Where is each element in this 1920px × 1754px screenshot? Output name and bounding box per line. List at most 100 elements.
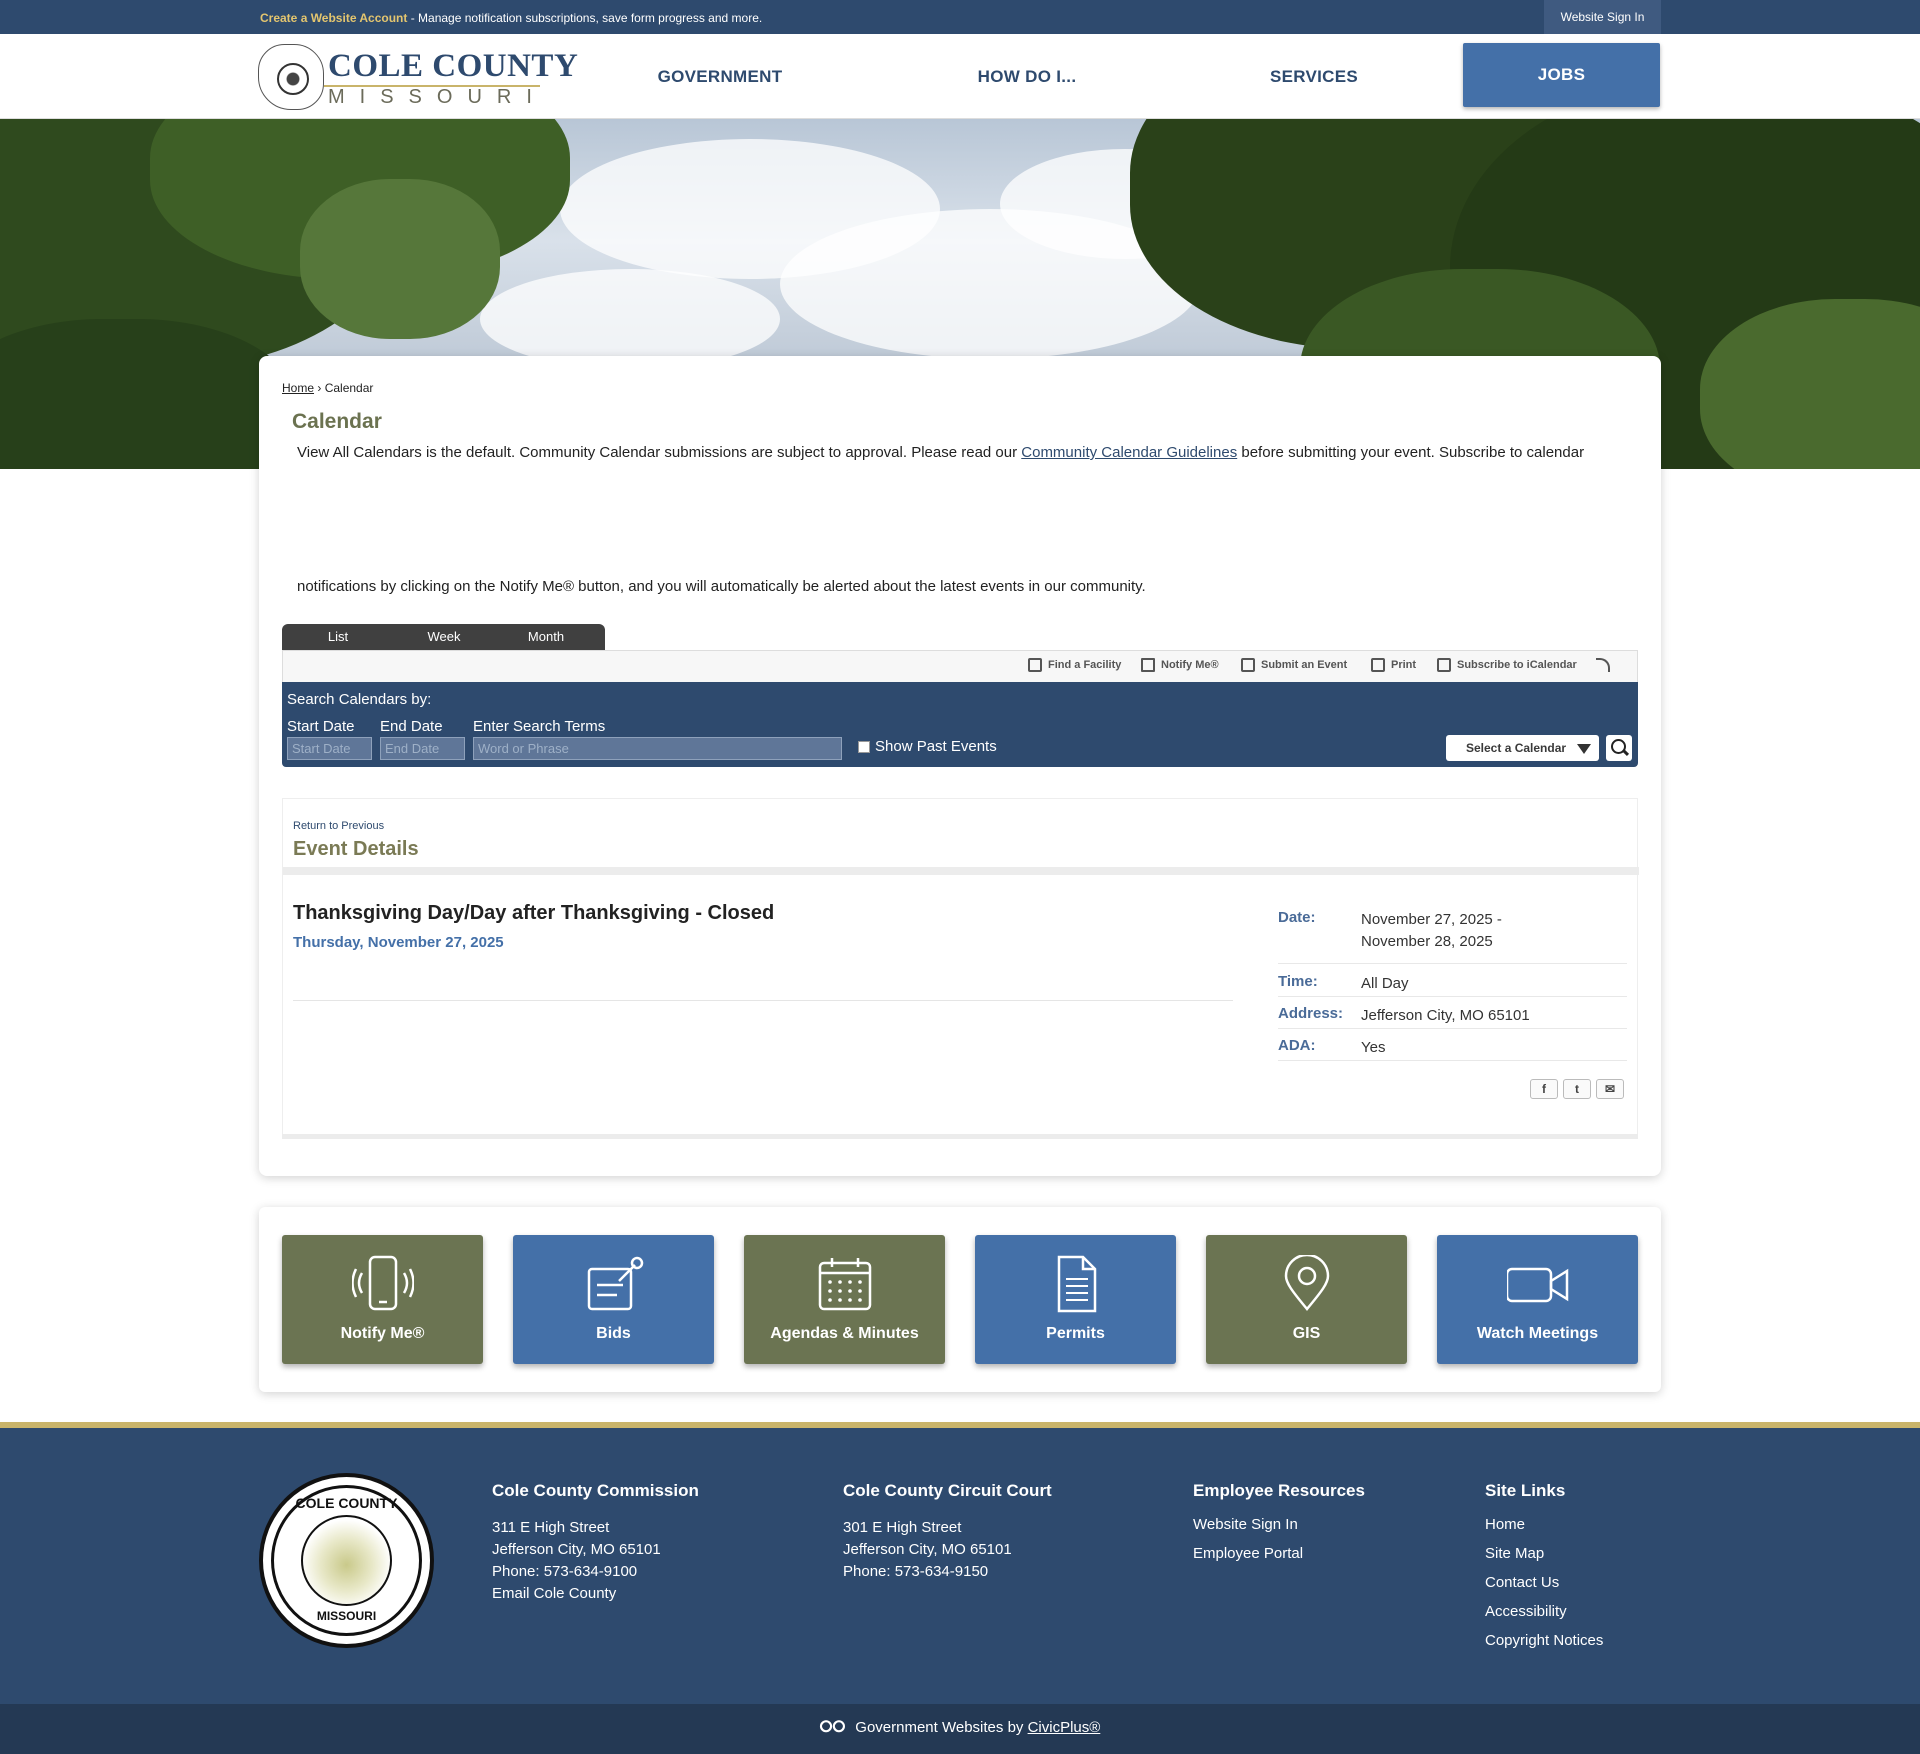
tab-month[interactable]: Month xyxy=(494,624,598,650)
footer-employee-portal-link[interactable]: Employee Portal xyxy=(1193,1539,1365,1568)
breadcrumb-home-link[interactable]: Home xyxy=(282,381,314,395)
dropdown-arrow-icon xyxy=(1577,744,1591,754)
notify-me-tool[interactable]: Notify Me® xyxy=(1141,658,1219,672)
map-pin-icon xyxy=(1284,1255,1330,1311)
calendar-check-icon xyxy=(1241,658,1255,672)
breadcrumb: Home › Calendar xyxy=(282,381,373,395)
twitter-share-icon[interactable]: t xyxy=(1563,1079,1591,1099)
community-calendar-guidelines-link[interactable]: Community Calendar Guidelines xyxy=(1021,444,1237,461)
footer-employee-resources: Employee Resources Website Sign In Emplo… xyxy=(1193,1481,1365,1568)
website-sign-in-button[interactable]: Website Sign In xyxy=(1544,0,1661,34)
event-title: Thanksgiving Day/Day after Thanksgiving … xyxy=(293,902,775,924)
facebook-share-icon[interactable]: f xyxy=(1530,1079,1558,1099)
find-facility-tool[interactable]: Find a Facility xyxy=(1028,658,1121,672)
detail-value: All Day xyxy=(1361,975,1409,992)
tab-list[interactable]: List xyxy=(282,624,394,650)
account-message-text: - Manage notification subscriptions, sav… xyxy=(407,11,763,25)
nav-government[interactable]: GOVERNMENT xyxy=(600,34,840,119)
intro-text-line-2: notifications by clicking on the Notify … xyxy=(297,578,1146,595)
site-footer: COLE COUNTY MISSOURI Cole County Commiss… xyxy=(0,1428,1920,1704)
start-date-label: Start Date xyxy=(287,718,355,735)
page-title: Calendar xyxy=(292,410,382,433)
detail-value: Yes xyxy=(1361,1039,1386,1056)
quick-link-notify-me[interactable]: Notify Me® xyxy=(282,1235,483,1364)
breadcrumb-current: Calendar xyxy=(324,381,374,395)
show-past-events-label: Show Past Events xyxy=(875,738,997,755)
quick-link-watch-meetings[interactable]: Watch Meetings xyxy=(1437,1235,1638,1364)
detail-row-address: Address: Jefferson City, MO 65101 xyxy=(1278,997,1627,1029)
return-to-previous-link[interactable]: Return to Previous xyxy=(293,820,384,832)
calendar-content-card: Home › Calendar Calendar View All Calend… xyxy=(259,356,1661,1176)
commission-heading: Cole County Commission xyxy=(492,1481,699,1500)
quick-link-bids[interactable]: Bids xyxy=(513,1235,714,1364)
footer-website-sign-in-link[interactable]: Website Sign In xyxy=(1193,1510,1365,1539)
search-terms-input[interactable] xyxy=(473,737,842,760)
detail-row-ada: ADA: Yes xyxy=(1278,1029,1627,1061)
quick-link-permits[interactable]: Permits xyxy=(975,1235,1176,1364)
building-icon xyxy=(1028,658,1042,672)
calendar-view-tabs: List Week Month xyxy=(282,624,605,650)
detail-row-time: Time: All Day xyxy=(1278,965,1627,997)
detail-key: Time: xyxy=(1278,973,1318,990)
court-city: Jefferson City, MO 65101 xyxy=(843,1541,1012,1558)
detail-key: Date: xyxy=(1278,909,1316,926)
quick-links-panel: Notify Me® Bids Agendas & Minutes Permit… xyxy=(259,1207,1661,1392)
phone-icon xyxy=(352,1255,414,1311)
printer-icon xyxy=(1371,658,1385,672)
civicplus-logo-icon: ⭘⭘ xyxy=(819,1719,846,1736)
seal-text-top: COLE COUNTY xyxy=(295,1495,398,1511)
court-address: 301 E High Street xyxy=(843,1519,962,1536)
seal-plow-icon xyxy=(301,1515,392,1606)
search-button[interactable] xyxy=(1606,735,1632,761)
tab-week[interactable]: Week xyxy=(394,624,494,650)
start-date-input[interactable] xyxy=(287,737,372,760)
footer-accessibility-link[interactable]: Accessibility xyxy=(1485,1597,1603,1626)
nav-how-do-i[interactable]: HOW DO I... xyxy=(907,34,1147,119)
print-tool[interactable]: Print xyxy=(1371,658,1416,672)
employee-heading: Employee Resources xyxy=(1193,1481,1365,1500)
county-seal: COLE COUNTY MISSOURI xyxy=(259,1473,434,1648)
footer-home-link[interactable]: Home xyxy=(1485,1510,1603,1539)
cole-county-logo[interactable]: COLE COUNTY MISSOURI xyxy=(258,42,578,112)
footer-site-map-link[interactable]: Site Map xyxy=(1485,1539,1603,1568)
quick-link-agendas-minutes[interactable]: Agendas & Minutes xyxy=(744,1235,945,1364)
search-panel-title: Search Calendars by: xyxy=(287,691,432,708)
event-details-heading: Event Details xyxy=(293,838,419,860)
intro-text-after: before submitting your event. Subscribe … xyxy=(1237,444,1585,461)
rss-icon xyxy=(1596,658,1610,672)
calendar-icon xyxy=(818,1258,872,1311)
quick-link-gis[interactable]: GIS xyxy=(1206,1235,1407,1364)
rss-tool[interactable] xyxy=(1596,658,1610,672)
document-pin-icon xyxy=(587,1256,644,1311)
logo-line-2: MISSOURI xyxy=(328,86,547,108)
seal-text-bottom: MISSOURI xyxy=(316,1609,377,1623)
site-header: COLE COUNTY MISSOURI GOVERNMENT HOW DO I… xyxy=(0,34,1920,119)
vendor-credit-bar: ⭘⭘ Government Websites by CivicPlus® xyxy=(0,1704,1920,1754)
email-share-icon[interactable]: ✉ xyxy=(1596,1079,1624,1099)
find-facility-label: Find a Facility xyxy=(1048,659,1122,671)
footer-contact-us-link[interactable]: Contact Us xyxy=(1485,1568,1603,1597)
email-cole-county-link[interactable]: Email Cole County xyxy=(492,1583,699,1605)
end-date-input[interactable] xyxy=(380,737,465,760)
footer-site-links: Site Links Home Site Map Contact Us Acce… xyxy=(1485,1481,1603,1655)
show-past-events-checkbox[interactable] xyxy=(858,741,870,753)
create-account-link[interactable]: Create a Website Account xyxy=(260,11,407,25)
credit-prefix: Government Websites by xyxy=(855,1719,1028,1736)
subscribe-icalendar-tool[interactable]: Subscribe to iCalendar xyxy=(1437,658,1577,672)
event-details-box: Return to Previous Event Details Thanksg… xyxy=(282,798,1639,1138)
select-calendar-dropdown[interactable]: Select a Calendar xyxy=(1446,735,1599,761)
submit-event-tool[interactable]: Submit an Event xyxy=(1241,658,1347,672)
subscribe-icalendar-label: Subscribe to iCalendar xyxy=(1457,659,1577,671)
court-phone: Phone: 573-634-9150 xyxy=(843,1563,989,1580)
civicplus-link[interactable]: CivicPlus® xyxy=(1028,1719,1101,1736)
nav-jobs[interactable]: JOBS xyxy=(1463,43,1660,107)
calendar-search-panel: Search Calendars by: Start Date End Date… xyxy=(282,682,1638,767)
select-calendar-label: Select a Calendar xyxy=(1466,741,1567,755)
nav-services[interactable]: SERVICES xyxy=(1194,34,1434,119)
commission-phone: Phone: 573-634-9100 xyxy=(492,1563,638,1580)
court-heading: Cole County Circuit Court xyxy=(843,1481,1052,1500)
quick-link-label: Bids xyxy=(596,1325,631,1342)
site-links-heading: Site Links xyxy=(1485,1481,1566,1500)
footer-copyright-notices-link[interactable]: Copyright Notices xyxy=(1485,1626,1603,1655)
video-camera-icon xyxy=(1507,1267,1569,1303)
